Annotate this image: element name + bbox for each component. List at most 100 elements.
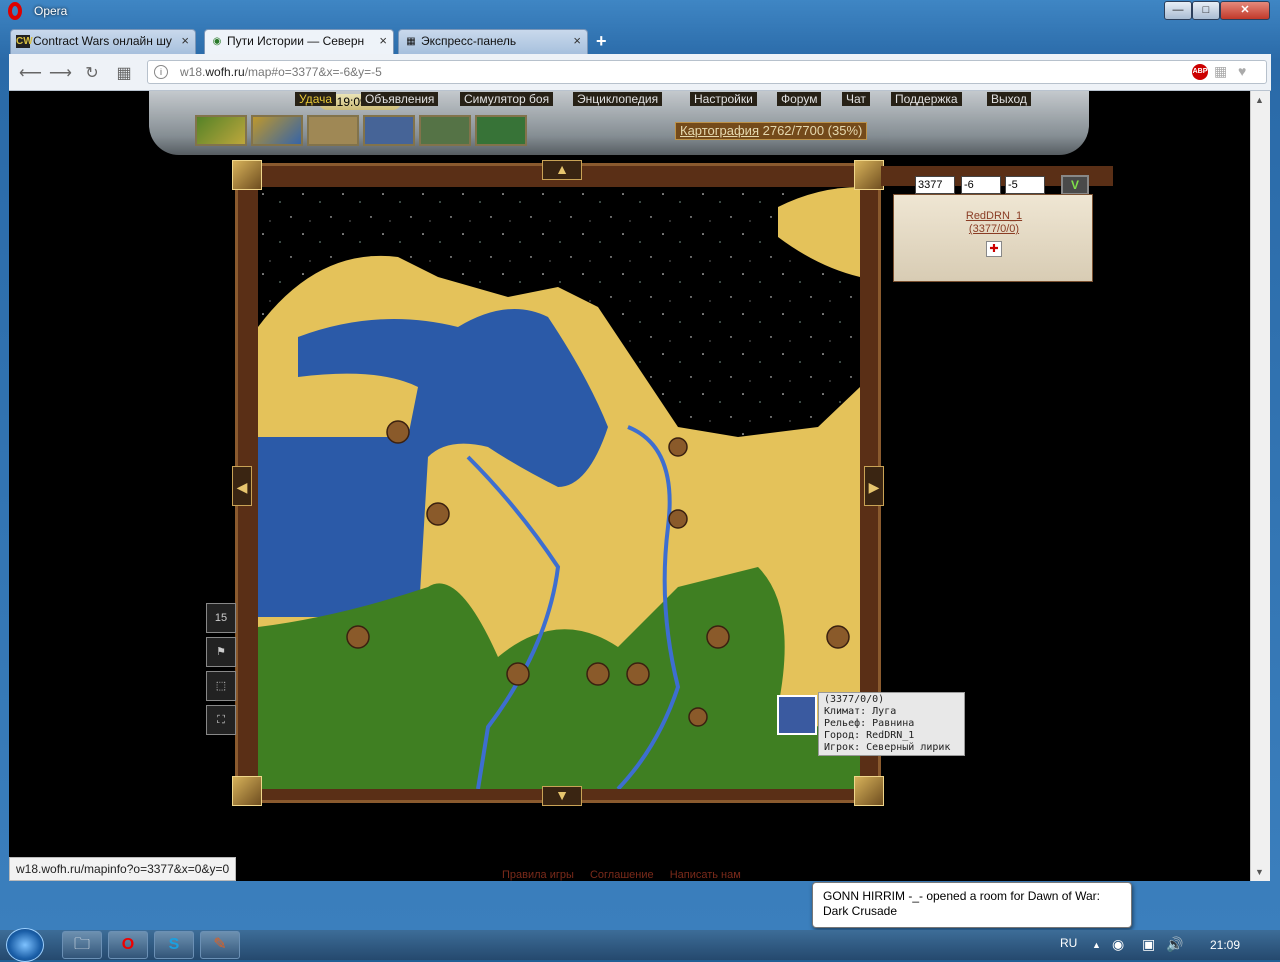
map-corner-nw bbox=[232, 160, 262, 190]
scroll-up-arrow-icon[interactable]: ▲ bbox=[542, 160, 582, 180]
menu-ads[interactable]: Объявления bbox=[361, 92, 439, 106]
taskbar: 🗀 O S ✎ RU ▲ ◉ ▣ 🔊 21:09 bbox=[0, 928, 1280, 962]
page-scrollbar[interactable]: ▲ ▼ bbox=[1250, 91, 1270, 881]
forward-icon[interactable]: ⟶ bbox=[49, 63, 72, 83]
mail-icon[interactable] bbox=[363, 115, 415, 146]
speed-dial-icon: ▦ bbox=[406, 36, 416, 47]
tooltip-player: Игрок: Северный лирик bbox=[824, 742, 951, 753]
opera-logo-icon[interactable] bbox=[8, 2, 22, 20]
start-button[interactable] bbox=[6, 928, 44, 962]
coord-y-input[interactable] bbox=[1005, 176, 1045, 194]
rules-link[interactable]: Правила игры bbox=[502, 869, 574, 881]
horn-icon[interactable] bbox=[307, 115, 359, 146]
browser-window: Opera — □ ✕ CW Contract Wars онлайн шу ×… bbox=[0, 0, 1280, 930]
tab-close-icon[interactable]: × bbox=[379, 30, 387, 52]
tooltip-relief: Рельеф: Равнина bbox=[824, 718, 915, 729]
tile-tooltip: (3377/0/0) Климат: Луга Рельеф: Равнина … bbox=[818, 692, 965, 756]
game-tray-icon[interactable]: ◉ bbox=[1112, 936, 1124, 953]
map-frame: ▲ ▼ ◀ ▶ bbox=[232, 160, 884, 806]
app-title: Opera bbox=[34, 4, 68, 18]
system-clock[interactable]: 21:09 bbox=[1210, 938, 1240, 952]
bookmark-heart-icon[interactable]: ♥ bbox=[1238, 63, 1246, 79]
flag-icon[interactable]: ⚑ bbox=[206, 637, 236, 667]
menu-encyclopedia[interactable]: Энциклопедия bbox=[573, 92, 663, 106]
tab-strip: CW Contract Wars онлайн шу × ◉ Пути Исто… bbox=[0, 26, 1280, 54]
coord-x-input[interactable] bbox=[961, 176, 1001, 194]
tab-close-icon[interactable]: × bbox=[573, 30, 581, 52]
footer-links: Правила игры Соглашение Написать нам bbox=[502, 869, 754, 881]
menu-exit[interactable]: Выход bbox=[987, 92, 1031, 106]
game-top-bar: 19:09:36 Удача Объявления Симулятор боя … bbox=[149, 91, 1089, 155]
tab-label: Contract Wars онлайн шу bbox=[33, 34, 172, 48]
volume-icon[interactable]: 🔊 bbox=[1166, 936, 1183, 953]
opera-taskbar-icon[interactable]: O bbox=[108, 931, 148, 959]
menu-settings[interactable]: Настройки bbox=[690, 92, 757, 106]
globe-icon: ◉ bbox=[212, 36, 222, 47]
tooltip-coords: (3377/0/0) bbox=[824, 694, 885, 705]
tab-label: Пути Истории — Северн bbox=[227, 34, 365, 48]
zoom-level-button[interactable]: 15 bbox=[206, 603, 236, 633]
scroll-down-icon[interactable]: ▼ bbox=[1255, 867, 1264, 877]
pyramid-icon[interactable] bbox=[419, 115, 471, 146]
city-coords-link[interactable]: (3377/0/0) bbox=[894, 223, 1094, 235]
cartography-link[interactable]: Картография bbox=[680, 123, 759, 138]
close-window-button[interactable]: ✕ bbox=[1220, 1, 1270, 20]
tray-expand-icon[interactable]: ▲ bbox=[1092, 940, 1101, 950]
tab-wofh[interactable]: ◉ Пути Истории — Северн × bbox=[204, 29, 394, 54]
minimize-button[interactable]: — bbox=[1164, 1, 1192, 20]
network-icon[interactable]: ▣ bbox=[1142, 936, 1155, 953]
world-map[interactable] bbox=[258, 187, 860, 789]
world-map-icon[interactable] bbox=[251, 115, 303, 146]
page-viewport: 19:09:36 Удача Объявления Симулятор боя … bbox=[9, 91, 1250, 881]
notification-balloon[interactable]: GONN HIRRIM -_- opened a room for Dawn o… bbox=[812, 882, 1132, 928]
go-button[interactable]: V bbox=[1061, 175, 1089, 195]
town-view-icon[interactable] bbox=[195, 115, 247, 146]
address-text[interactable]: w18.wofh.ru/map#o=3377&x=-6&y=-5 bbox=[180, 65, 382, 79]
reload-icon[interactable]: ↻ bbox=[81, 63, 103, 83]
title-bar: Opera — □ ✕ bbox=[0, 0, 1280, 24]
app-taskbar-icon[interactable]: ✎ bbox=[200, 931, 240, 959]
skype-icon[interactable]: S bbox=[154, 931, 194, 959]
fullscreen-icon[interactable]: ⛶ bbox=[206, 705, 236, 735]
new-tab-button[interactable]: + bbox=[596, 31, 607, 52]
browser-toolbar: ⟵ ⟶ ↻ ▦ i w18.wofh.ru/map#o=3377&x=-6&y=… bbox=[9, 54, 1271, 91]
tooltip-city: Город: RedDRN_1 bbox=[824, 730, 915, 741]
coord-o-input[interactable] bbox=[915, 176, 955, 194]
menu-support[interactable]: Поддержка bbox=[891, 92, 962, 106]
status-url: w18.wofh.ru/mapinfo?o=3377&x=0&y=0 bbox=[9, 857, 237, 881]
speed-dial-add-icon[interactable]: ▦ bbox=[1214, 63, 1227, 80]
tab-speed-dial[interactable]: ▦ Экспресс-панель × bbox=[398, 29, 588, 54]
selection-grid-icon[interactable]: ⬚ bbox=[206, 671, 236, 701]
scroll-down-arrow-icon[interactable]: ▼ bbox=[542, 786, 582, 806]
contact-link[interactable]: Написать нам bbox=[670, 869, 741, 881]
selected-city-marker bbox=[777, 695, 817, 735]
scroll-up-icon[interactable]: ▲ bbox=[1255, 95, 1264, 105]
tab-close-icon[interactable]: × bbox=[181, 30, 189, 52]
menu-forum[interactable]: Форум bbox=[777, 92, 822, 106]
back-icon[interactable]: ⟵ bbox=[19, 63, 42, 83]
map-corner-ne bbox=[854, 160, 884, 190]
city-name-link[interactable]: RedDRN_1 bbox=[894, 209, 1094, 223]
language-indicator[interactable]: RU bbox=[1060, 936, 1077, 950]
map-corner-sw bbox=[232, 776, 262, 806]
adblock-icon[interactable]: ABP bbox=[1192, 64, 1208, 80]
tab-contract-wars[interactable]: CW Contract Wars онлайн шу × bbox=[10, 29, 196, 54]
city-info-card: RedDRN_1 (3377/0/0) ✚ bbox=[893, 194, 1093, 282]
cartography-value: 2762/7700 (35%) bbox=[762, 123, 863, 138]
menu-battle-sim[interactable]: Симулятор боя bbox=[460, 92, 554, 106]
site-info-icon[interactable]: i bbox=[154, 65, 168, 79]
address-bar[interactable]: i w18.wofh.ru/map#o=3377&x=-6&y=-5 ABP ▦… bbox=[147, 60, 1267, 84]
center-on-city-icon[interactable]: ✚ bbox=[986, 241, 1002, 257]
speed-dial-grid-icon[interactable]: ▦ bbox=[113, 63, 135, 83]
explorer-icon[interactable]: 🗀 bbox=[62, 931, 102, 959]
tab-label: Экспресс-панель bbox=[421, 34, 517, 48]
agreement-link[interactable]: Соглашение bbox=[590, 869, 654, 881]
contract-wars-icon: CW bbox=[16, 35, 33, 48]
science-flask-icon[interactable] bbox=[475, 115, 527, 146]
maximize-button[interactable]: □ bbox=[1192, 1, 1220, 20]
menu-luck[interactable]: Удача bbox=[295, 92, 337, 106]
coordinates-panel: V RedDRN_1 (3377/0/0) ✚ bbox=[881, 166, 1113, 306]
menu-chat[interactable]: Чат bbox=[842, 92, 870, 106]
scroll-left-arrow-icon[interactable]: ◀ bbox=[232, 466, 252, 506]
scroll-right-arrow-icon[interactable]: ▶ bbox=[864, 466, 884, 506]
